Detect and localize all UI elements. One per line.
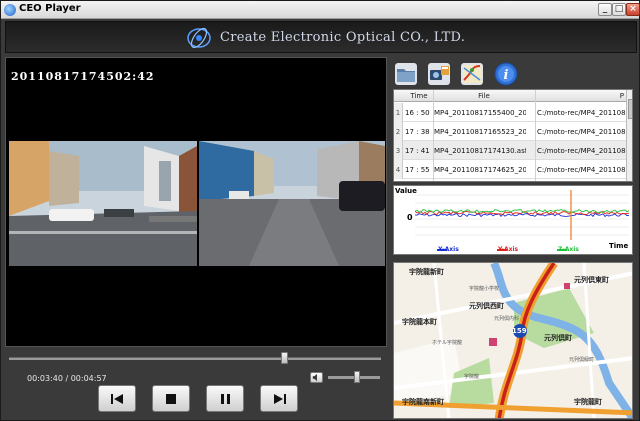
seek-handle[interactable]: [281, 352, 289, 364]
open-folder-button[interactable]: [394, 62, 418, 86]
route-badge: 159: [512, 327, 527, 335]
column-header-file[interactable]: File: [434, 92, 534, 100]
map-place-label: 宇院龍新町: [409, 268, 444, 276]
row-time: 17 : 38: [405, 128, 430, 136]
row-file: MP4_20110817174625_201108···: [434, 166, 526, 174]
row-time: 17 : 55: [405, 166, 430, 174]
map-place-label: 宇院龍小学校: [469, 286, 500, 292]
table-row[interactable]: 116 : 50 MP4_20110817155400_201108··· C:/m…: [394, 103, 626, 122]
next-button[interactable]: [260, 385, 298, 412]
title-bar: CEO Player _ □ ×: [1, 1, 640, 19]
company-name: Create Electronic Optical CO., LTD.: [220, 30, 466, 45]
row-file: MP4_20110817174130.asf: [434, 147, 526, 155]
info-button[interactable]: i: [494, 62, 518, 86]
graph-time-label: Time: [609, 242, 629, 250]
row-index: 2: [394, 122, 403, 141]
column-header-path[interactable]: P: [537, 92, 626, 100]
file-list-table[interactable]: Time File P 1 16 : 50 MP4_20110817155400_2…: [393, 89, 633, 182]
graph-plot-area: [415, 190, 629, 240]
speaker-icon[interactable]: [310, 372, 323, 383]
map-place-label: 元列倶西町: [469, 302, 504, 310]
window-title: CEO Player: [19, 3, 81, 14]
pause-button[interactable]: [206, 385, 244, 412]
map-canvas: [394, 263, 632, 418]
minimize-button[interactable]: _: [598, 3, 612, 16]
pause-icon: [221, 394, 230, 404]
row-index: 1: [394, 103, 403, 122]
video-timestamp: 20110817174502:42: [11, 70, 155, 83]
front-camera-view: [9, 141, 197, 266]
camera-settings-icon: [428, 63, 450, 85]
map-icon: [461, 63, 483, 85]
app-icon: [4, 4, 16, 16]
folder-icon: [395, 63, 417, 85]
previous-button[interactable]: [98, 385, 136, 412]
map-place-label: 元列倶町: [544, 334, 572, 342]
info-icon: i: [494, 62, 518, 86]
row-path: C:/moto-rec/MP4_20110817: [537, 147, 626, 155]
table-row[interactable]: 217 : 38 MP4_20110817165523_201108··· C:/m…: [394, 122, 626, 141]
graph-value-label: Value: [395, 187, 417, 195]
map-place-label: ホテル宇院龍: [432, 340, 463, 346]
maximize-button[interactable]: □: [612, 3, 626, 16]
map-place-label: 宇院龍本町: [402, 318, 437, 326]
gps-map[interactable]: 159 宇院龍新町元列倶東町元列倶西町宇院龍本町元列倶町宇院龍南新町 宇院龍町 宇院…: [393, 262, 633, 419]
gsensor-graph: Value 0 X-Axis Y-Axis Z-Axis Time: [393, 185, 633, 255]
table-row[interactable]: 3 17 : 41 MP4_20110817174130.asf C:/moto-re…: [394, 141, 626, 160]
svg-text:i: i: [504, 68, 509, 83]
row-file: MP4_20110817155400_201108···: [434, 109, 526, 117]
map-place-label: 宇院龍町: [574, 398, 602, 406]
row-path: C:/moto-rec/MP4_20110817: [537, 109, 626, 117]
row-path: C:/moto-rec/MP4_20110817: [537, 128, 626, 136]
legend-label: Z-Axis: [558, 246, 579, 253]
map-place-label: 元列倶緑町: [569, 357, 595, 363]
map-button[interactable]: [460, 62, 484, 86]
table-header: Time File P: [394, 90, 626, 102]
stop-button[interactable]: [152, 385, 190, 412]
map-place-label: 宇院龍南新町: [402, 398, 444, 406]
scrollbar-thumb[interactable]: [628, 99, 632, 119]
map-place-label: 元列倶内科: [494, 316, 520, 322]
stop-icon: [166, 394, 176, 404]
legend-label: Y-Axis: [498, 246, 519, 253]
table-row[interactable]: 417 : 55 MP4_20110817174625_201108··· C:/m…: [394, 160, 626, 179]
seek-bar[interactable]: [9, 357, 381, 360]
table-scrollbar[interactable]: [626, 90, 632, 181]
video-display: 20110817174502:42: [5, 57, 387, 347]
legend-label: X-Axis: [438, 246, 459, 253]
camera-settings-button[interactable]: [427, 62, 451, 86]
company-logo-icon: [187, 27, 211, 49]
column-header-time[interactable]: Time: [405, 92, 433, 100]
graph-zero-label: 0: [407, 213, 413, 222]
row-path: C:/moto-rec/MP4_20110817: [537, 166, 626, 174]
map-place-label: 元列倶東町: [574, 276, 609, 284]
skip-back-icon: [111, 394, 123, 404]
skip-forward-icon: [274, 394, 286, 404]
row-index: 3: [394, 141, 403, 160]
row-time: 17 : 41: [405, 147, 430, 155]
map-place-label: 宇院龍: [464, 374, 480, 380]
rear-camera-view: [199, 141, 385, 266]
app-window: CEO Player _ □ × Create Electronic Optic…: [0, 0, 640, 421]
row-index: 4: [394, 160, 403, 179]
row-file: MP4_20110817165523_201108···: [434, 128, 526, 136]
time-readout: 00:03:40 / 00:04:57: [27, 374, 107, 383]
close-button[interactable]: ×: [626, 3, 640, 16]
volume-handle[interactable]: [353, 371, 360, 383]
row-time: 16 : 50: [405, 109, 430, 117]
company-banner: Create Electronic Optical CO., LTD.: [5, 21, 637, 53]
